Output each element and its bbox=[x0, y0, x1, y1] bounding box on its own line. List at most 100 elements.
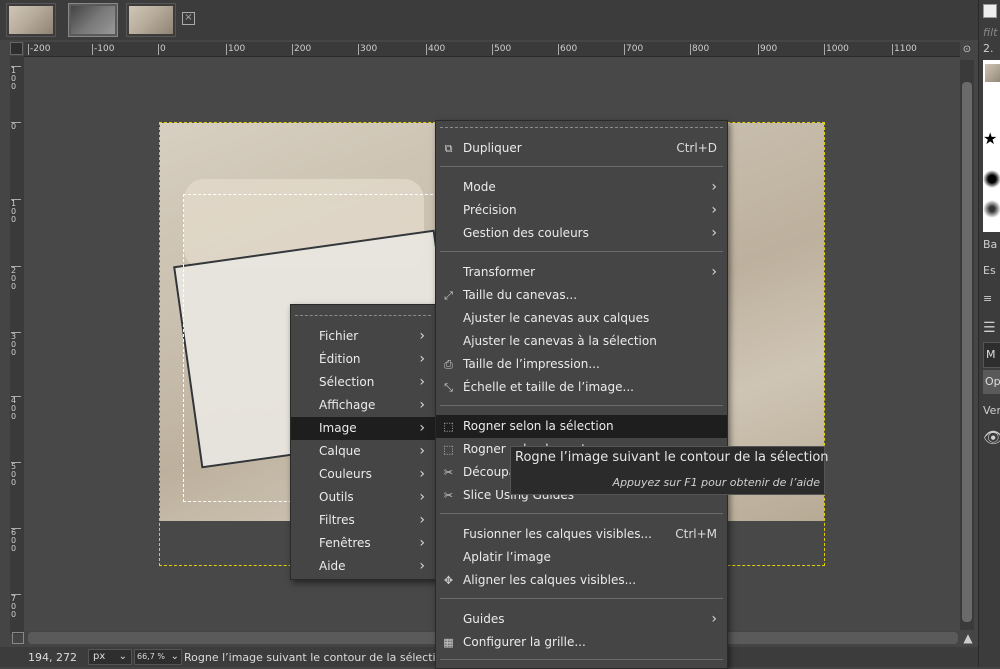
chevron-right-icon: › bbox=[419, 558, 425, 574]
menu-item-label: Rogner selon la sélection bbox=[463, 419, 614, 433]
navigate-icon[interactable]: ▲ bbox=[961, 631, 975, 645]
menu-item-label: Fusionner les calques visibles... bbox=[463, 527, 652, 541]
menu-item-label: Aide bbox=[319, 559, 346, 573]
menu-item-transformer[interactable]: Transformer › bbox=[436, 261, 727, 284]
menu-item-aide[interactable]: Aide › bbox=[291, 555, 435, 578]
chevron-right-icon: › bbox=[711, 202, 717, 218]
dock-brush-icon[interactable] bbox=[983, 4, 997, 18]
ruler-tick-label: 500 bbox=[11, 462, 21, 487]
menu-item-fichier[interactable]: Fichier › bbox=[291, 325, 435, 348]
chevron-right-icon: › bbox=[419, 420, 425, 436]
menu-item-selection[interactable]: Sélection › bbox=[291, 371, 435, 394]
lock-label: Ver bbox=[983, 404, 1000, 417]
vertical-scroll-thumb[interactable] bbox=[962, 82, 972, 622]
menu-item-icon: ⤡ bbox=[444, 381, 453, 394]
layer-mode-select[interactable]: M bbox=[983, 342, 1000, 368]
menu-item-shortcut: Ctrl+M bbox=[675, 527, 717, 541]
ruler-corner[interactable] bbox=[10, 42, 23, 55]
visibility-eye-icon[interactable]: 👁 bbox=[983, 428, 1000, 447]
menu-tearoff[interactable] bbox=[440, 127, 723, 128]
brush-filter-input[interactable]: filt bbox=[983, 26, 997, 39]
brush-splatter-icon[interactable] bbox=[983, 170, 1000, 188]
ruler-tick-label: -100 bbox=[92, 44, 115, 55]
brush-sponge-icon[interactable] bbox=[983, 200, 1000, 218]
menu-separator bbox=[440, 251, 723, 252]
unit-select[interactable]: px ⌄ bbox=[88, 649, 132, 665]
vertical-ruler[interactable]: 1000100200300400500600700800 bbox=[10, 56, 24, 634]
menu-tooltip: Rogne l’image suivant le contour de la s… bbox=[510, 446, 829, 495]
menu-item-aplatir-l-image[interactable]: Aplatir l’image bbox=[436, 546, 727, 569]
quick-mask-toggle-icon[interactable] bbox=[12, 632, 24, 644]
menu-item-label: Précision bbox=[463, 203, 517, 217]
menu-item-gestion-des-couleurs[interactable]: Gestion des couleurs › bbox=[436, 222, 727, 245]
menu-item-filtres[interactable]: Filtres › bbox=[291, 509, 435, 532]
menu-tearoff[interactable] bbox=[295, 315, 431, 316]
image-tab-3[interactable] bbox=[126, 3, 176, 37]
menu-item-outils[interactable]: Outils › bbox=[291, 486, 435, 509]
menu-item-mode[interactable]: Mode › bbox=[436, 176, 727, 199]
menu-item-couleurs[interactable]: Couleurs › bbox=[291, 463, 435, 486]
brush-list[interactable]: ★ bbox=[983, 60, 1000, 232]
ruler-tick-label: 200 bbox=[11, 266, 21, 291]
chevron-right-icon: › bbox=[419, 535, 425, 551]
ruler-tick-label: 700 bbox=[624, 44, 644, 55]
menu-item-taille-de-l-impression[interactable]: ⎙ Taille de l’impression... bbox=[436, 353, 727, 376]
zoom-select[interactable]: 66,7 % ⌄ bbox=[134, 649, 182, 665]
zoom-to-fit-icon[interactable]: ⊙ bbox=[960, 44, 974, 56]
menu-separator bbox=[440, 166, 723, 167]
edit-brush-icon[interactable]: ≡ bbox=[983, 292, 992, 305]
ruler-tick-label: 600 bbox=[558, 44, 578, 55]
image-tabs-bar: × bbox=[0, 0, 978, 40]
menu-item-echelle-et-taille-de-l-image[interactable]: ⤡ Échelle et taille de l’image... bbox=[436, 376, 727, 399]
menu-item-label: Configurer la grille... bbox=[463, 635, 586, 649]
tooltip-hint: Appuyez sur F1 pour obtenir de l’aide bbox=[612, 476, 820, 489]
menu-item-configurer-la-grille[interactable]: ▦ Configurer la grille... bbox=[436, 631, 727, 654]
canvas-context-menu: Fichier › Édition › Sélection › Affichage › Imag… bbox=[290, 304, 436, 580]
ruler-tick-label: -200 bbox=[28, 44, 51, 55]
status-message: Rogne l’image suivant le contour de la s… bbox=[184, 651, 450, 664]
menu-item-icon: ⬚ bbox=[443, 420, 454, 433]
menu-item-taille-du-canevas[interactable]: ⤢ Taille du canevas... bbox=[436, 284, 727, 307]
ruler-tick-label: 100 bbox=[11, 66, 21, 91]
menu-item-rogner-selon-la-selection[interactable]: ⬚ Rogner selon la sélection bbox=[436, 415, 727, 438]
tooltip-title: Rogne l’image suivant le contour de la s… bbox=[515, 450, 829, 465]
brush-spacing-label: Es bbox=[983, 264, 996, 277]
menu-item-label: Dupliquer bbox=[463, 141, 522, 155]
menu-separator bbox=[440, 598, 723, 599]
menu-item-label: Sélection bbox=[319, 375, 375, 389]
opacity-label: Op bbox=[985, 375, 1000, 388]
menu-item-image[interactable]: Image › bbox=[291, 417, 435, 440]
chevron-right-icon: › bbox=[711, 225, 717, 241]
menu-item-affichage[interactable]: Affichage › bbox=[291, 394, 435, 417]
menu-item-ajuster-le-canevas-a-la-selection[interactable]: Ajuster le canevas à la sélection bbox=[436, 330, 727, 353]
image-tab-2[interactable] bbox=[68, 3, 118, 37]
menu-item-icon: ⤢ bbox=[444, 289, 453, 302]
horizontal-ruler[interactable]: -200 -100 0 100 200 300 400 500 600 700 800 900 1000… bbox=[24, 42, 960, 57]
chevron-down-icon: ⌄ bbox=[170, 651, 179, 662]
menu-item-precision[interactable]: Précision › bbox=[436, 199, 727, 222]
menu-item-dupliquer[interactable]: ⧉ Dupliquer Ctrl+D bbox=[436, 137, 727, 160]
chevron-right-icon: › bbox=[419, 374, 425, 390]
menu-item-fusionner-les-calques-visibles[interactable]: Fusionner les calques visibles... Ctrl+M bbox=[436, 523, 727, 546]
chevron-down-icon: ⌄ bbox=[118, 651, 127, 662]
menu-item-aligner-les-calques-visibles[interactable]: ✥ Aligner les calques visibles... bbox=[436, 569, 727, 592]
image-tab-1[interactable] bbox=[6, 3, 56, 37]
ruler-tick-label: 100 bbox=[11, 199, 21, 224]
menu-separator bbox=[440, 659, 723, 660]
image-submenu: ⧉ Dupliquer Ctrl+D Mode › Précision › Gestion d… bbox=[435, 120, 728, 669]
menu-item-label: Taille de l’impression... bbox=[463, 357, 600, 371]
menu-item-edition[interactable]: Édition › bbox=[291, 348, 435, 371]
opacity-slider[interactable]: Op bbox=[983, 370, 1000, 394]
menu-item-ajuster-le-canevas-aux-calques[interactable]: Ajuster le canevas aux calques bbox=[436, 307, 727, 330]
menu-item-guides[interactable]: Guides › bbox=[436, 608, 727, 631]
close-tab-icon[interactable]: × bbox=[182, 12, 195, 25]
layers-tab-icon[interactable]: ☰ bbox=[983, 320, 996, 336]
menu-item-label: Transformer bbox=[463, 265, 536, 279]
chevron-right-icon: › bbox=[419, 328, 425, 344]
chevron-right-icon: › bbox=[711, 179, 717, 195]
brush-star-icon[interactable]: ★ bbox=[983, 130, 1000, 148]
brush-image[interactable] bbox=[985, 64, 1000, 82]
menu-item-calque[interactable]: Calque › bbox=[291, 440, 435, 463]
menu-item-fenetres[interactable]: Fenêtres › bbox=[291, 532, 435, 555]
menu-item-shortcut: Ctrl+D bbox=[676, 141, 717, 155]
